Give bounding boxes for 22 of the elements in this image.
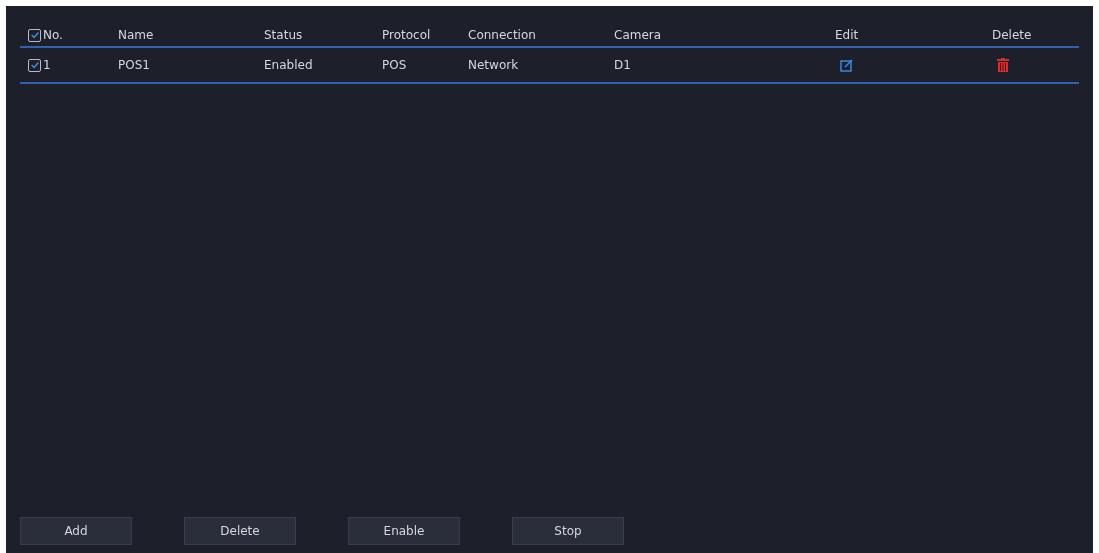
column-header: Protocol [382,28,432,42]
column-header: Name [118,28,155,42]
column-header: Camera [614,28,663,42]
table-cell-text: Enabled [264,58,314,72]
row-checkbox[interactable] [28,58,41,72]
edit-icon[interactable] [840,58,853,72]
table-cell-text: Network [468,58,520,72]
column-header: No. [43,28,63,42]
action-button[interactable]: Stop [512,517,624,545]
table-cell-text: D1 [614,58,632,72]
action-button[interactable]: Add [20,517,132,545]
column-header: Connection [468,28,537,42]
column-header: Status [264,28,304,42]
trash-icon[interactable] [997,58,1009,72]
action-button[interactable]: Delete [184,517,296,545]
action-button[interactable]: Enable [348,517,460,545]
column-header: Delete [992,28,1033,42]
table-cell: 1 [43,58,51,72]
table-cell-text: POS1 [118,58,151,72]
table-cell-text: POS [382,58,408,72]
select-all-checkbox[interactable] [28,28,41,42]
column-header: Edit [835,28,860,42]
